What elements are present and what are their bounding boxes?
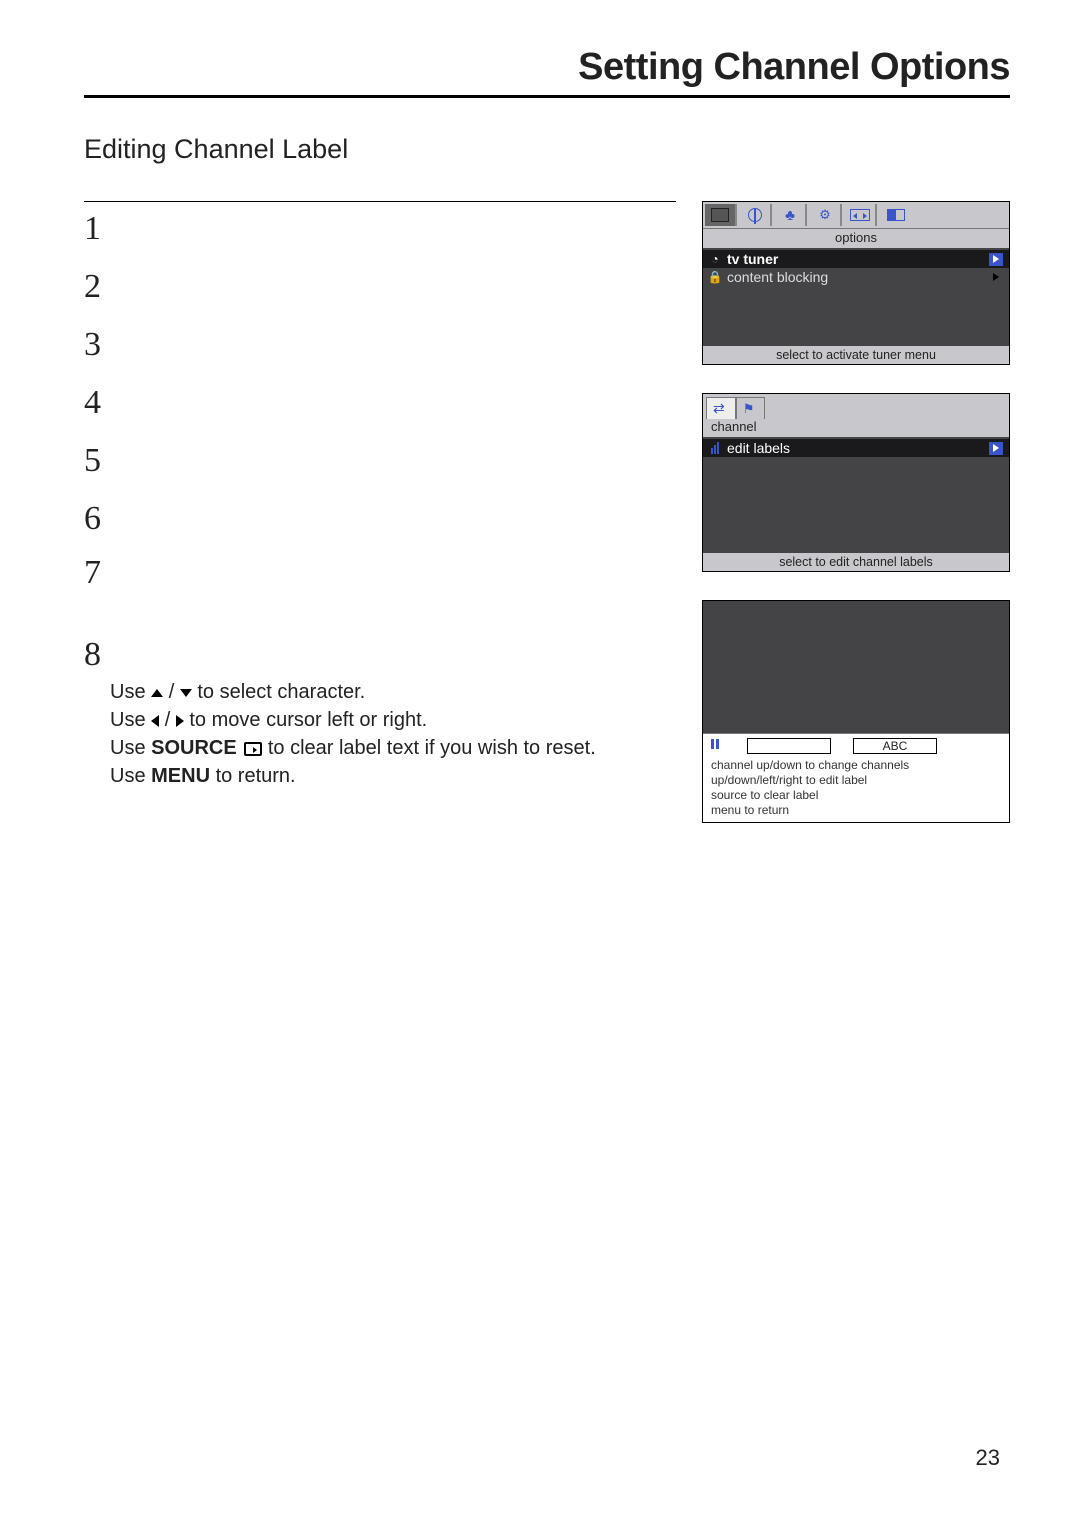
channel-edit-row: ABC xyxy=(711,738,1001,754)
osd-top-tab-bar: ♣ ⚙ xyxy=(703,202,1009,228)
submenu-arrow-icon xyxy=(989,253,1003,266)
osd-caption: channel xyxy=(703,419,1009,437)
osd-caption: options xyxy=(703,228,1009,248)
help-line: channel up/down to change channels xyxy=(711,758,1001,773)
bars-icon xyxy=(707,442,723,454)
tab-icon-display xyxy=(705,204,737,226)
left-arrow-icon xyxy=(151,715,159,727)
text: Use xyxy=(110,765,151,787)
osd-help-text: channel up/down to change channels up/do… xyxy=(711,758,1001,818)
osd-edit-label-screenshot: ABC channel up/down to change channels u… xyxy=(702,600,1010,823)
step-1: 1 xyxy=(84,212,676,246)
steps-divider xyxy=(84,201,676,202)
menu-item-label: tv tuner xyxy=(727,251,778,267)
menu-item-edit-labels: edit labels xyxy=(703,439,1009,457)
step-number: 5 xyxy=(84,444,110,478)
menu-item-content-blocking: 🔒 content blocking xyxy=(703,268,1009,286)
clock-icon: ◔ xyxy=(707,252,723,266)
source-icon xyxy=(244,742,262,756)
step-number: 7 xyxy=(84,556,110,590)
osd-channel-tab-bar: ⇄ ⚑ xyxy=(703,394,1009,419)
menu-item-tv-tuner: ◔ tv tuner xyxy=(703,250,1009,268)
channel-label-box: ABC xyxy=(853,738,937,754)
title-row: Setting Channel Options xyxy=(84,46,1010,98)
step-8-body: Use / to select character. Use / to move… xyxy=(110,676,676,790)
help-line: menu to return xyxy=(711,803,1001,818)
text: to select character. xyxy=(197,681,365,703)
osd-menu-list: edit labels xyxy=(703,437,1009,553)
step-8: 8 xyxy=(84,638,676,672)
osd-menu-list: ◔ tv tuner 🔒 content blocking xyxy=(703,248,1009,346)
step-number: 6 xyxy=(84,502,110,536)
osd-body xyxy=(703,601,1009,733)
text: to move cursor left or right. xyxy=(189,709,427,731)
osd-hint: select to activate tuner menu xyxy=(703,346,1009,364)
page-title: Setting Channel Options xyxy=(578,46,1010,88)
step-4: 4 xyxy=(84,386,676,420)
step-3: 3 xyxy=(84,328,676,362)
source-label: SOURCE xyxy=(151,737,237,759)
step-2: 2 xyxy=(84,270,676,304)
tab-icon-cc xyxy=(880,204,912,226)
osd-options-screenshot: ♣ ⚙ options ◔ tv tuner 🔒 content blockin… xyxy=(702,201,1010,365)
tab-tune: ⇄ xyxy=(706,397,736,419)
text: to return. xyxy=(210,765,296,787)
step-number: 2 xyxy=(84,270,110,304)
section-subtitle: Editing Channel Label xyxy=(84,134,1010,165)
help-line: up/down/left/right to edit label xyxy=(711,773,1001,788)
page-number: 23 xyxy=(976,1445,1000,1471)
submenu-arrow-icon xyxy=(989,442,1003,455)
menu-item-label: edit labels xyxy=(727,440,790,456)
step-5: 5 xyxy=(84,444,676,478)
text: Use xyxy=(110,681,151,703)
step-number: 1 xyxy=(84,212,110,246)
text: / xyxy=(165,709,176,731)
submenu-arrow-icon xyxy=(989,271,1003,284)
down-arrow-icon xyxy=(180,689,192,697)
step-number: 8 xyxy=(84,638,110,672)
text: / xyxy=(169,681,180,703)
step-number: 4 xyxy=(84,386,110,420)
tab-icon-gear: ⚙ xyxy=(810,204,842,226)
tab-icon-aspect xyxy=(845,204,877,226)
tab-flag: ⚑ xyxy=(736,397,766,419)
menu-label: MENU xyxy=(151,765,210,787)
help-line: source to clear label xyxy=(711,788,1001,803)
text: Use xyxy=(110,737,151,759)
menu-item-label: content blocking xyxy=(727,269,828,285)
lock-icon: 🔒 xyxy=(707,270,723,284)
right-arrow-icon xyxy=(176,715,184,727)
osd-hint: select to edit channel labels xyxy=(703,553,1009,571)
pause-icon xyxy=(711,739,725,753)
tab-icon-clover: ♣ xyxy=(775,204,807,226)
channel-number-box xyxy=(747,738,831,754)
text: Use xyxy=(110,709,151,731)
osd-channel-screenshot: ⇄ ⚑ channel edit labels select to edit c… xyxy=(702,393,1010,572)
step-6: 6 xyxy=(84,502,676,536)
up-arrow-icon xyxy=(151,689,163,697)
tab-icon-globe xyxy=(740,204,772,226)
step-number: 3 xyxy=(84,328,110,362)
step-7: 7 xyxy=(84,556,676,590)
text: to clear label text if you wish to reset… xyxy=(268,737,596,759)
